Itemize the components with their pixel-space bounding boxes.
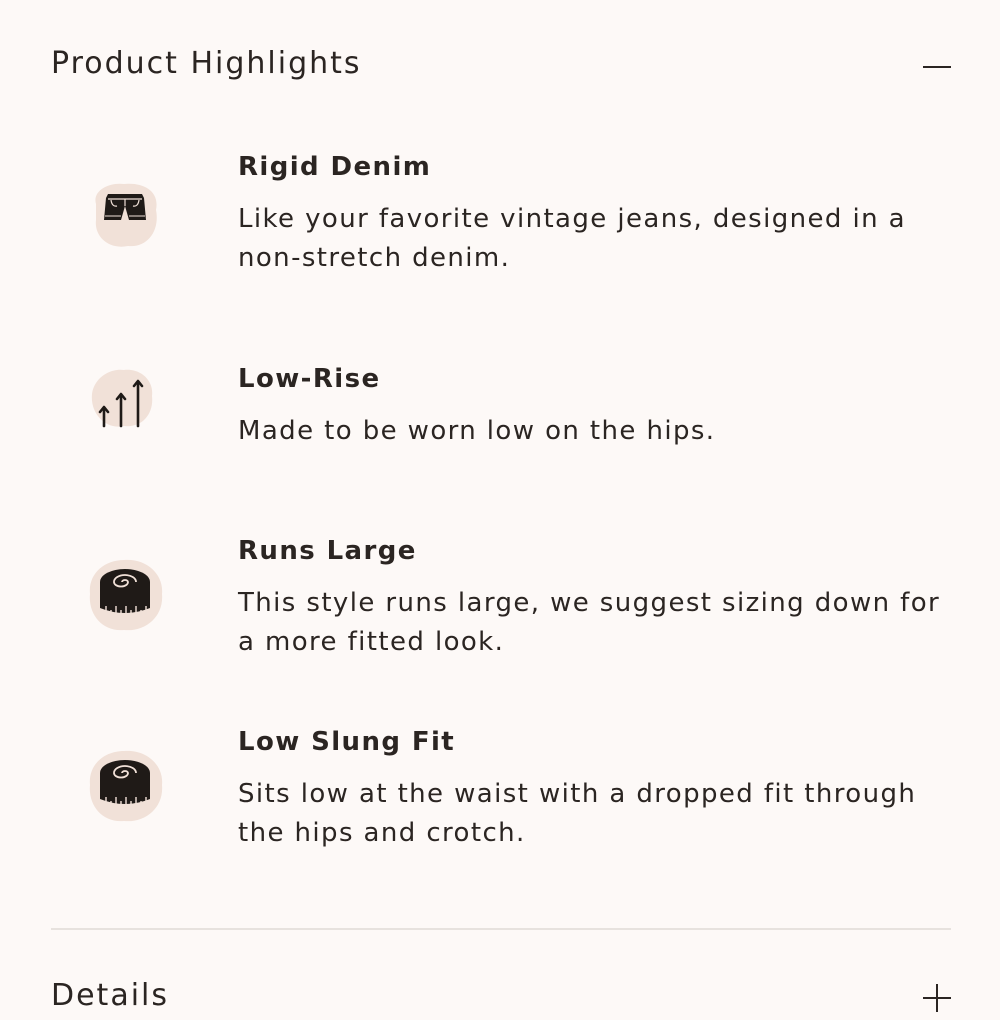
highlight-title: Rigid Denim xyxy=(238,152,432,182)
minus-icon[interactable] xyxy=(923,66,951,68)
section-divider xyxy=(51,928,951,930)
shorts-icon xyxy=(84,174,166,256)
product-highlights-title: Product Highlights xyxy=(51,46,362,81)
highlight-description: This style runs large, we suggest sizing… xyxy=(238,588,941,657)
measuring-tape-icon xyxy=(84,745,166,827)
highlight-description: Like your favorite vintage jeans, design… xyxy=(238,204,906,273)
measuring-tape-icon xyxy=(84,554,166,636)
plus-icon[interactable] xyxy=(923,984,951,1012)
highlight-title: Low-Rise xyxy=(238,364,381,394)
highlight-description: Sits low at the waist with a dropped fit… xyxy=(238,779,917,848)
product-highlights-toggle[interactable]: Product Highlights xyxy=(51,44,951,92)
details-toggle[interactable]: Details xyxy=(51,960,951,1020)
highlight-description: Made to be worn low on the hips. xyxy=(238,416,716,446)
details-title: Details xyxy=(51,978,170,1013)
highlight-title: Low Slung Fit xyxy=(238,727,456,757)
highlight-title: Runs Large xyxy=(238,536,417,566)
rise-arrows-icon xyxy=(84,364,166,446)
